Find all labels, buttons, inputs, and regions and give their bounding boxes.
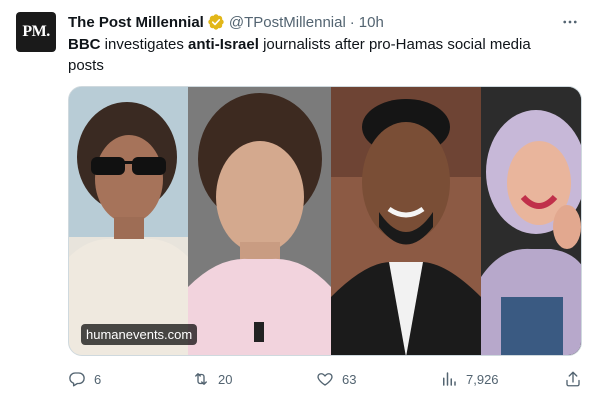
- author-handle[interactable]: @TPostMillennial: [229, 14, 346, 31]
- reply-count: 6: [94, 371, 102, 387]
- author-name[interactable]: The Post Millennial: [68, 14, 204, 31]
- tweet-header: The Post Millennial @TPostMillennial · 1…: [68, 11, 584, 33]
- separator-dot: ·: [349, 13, 355, 31]
- heart-icon: [317, 373, 333, 386]
- more-icon[interactable]: [556, 11, 584, 33]
- media-photo-4[interactable]: [481, 87, 581, 355]
- action-bar: 6 20 63 7,926: [68, 368, 582, 390]
- tweet-timestamp[interactable]: 10h: [359, 14, 384, 31]
- media-photo-3[interactable]: [331, 87, 481, 355]
- media-photo-2[interactable]: [188, 87, 331, 355]
- views-icon: [443, 372, 456, 386]
- share-button[interactable]: [564, 368, 590, 390]
- tweet-text-bold-anti-israel: anti-Israel: [188, 36, 259, 53]
- views-count: 7,926: [466, 371, 499, 387]
- retweet-icon: [195, 373, 207, 385]
- retweet-button[interactable]: 20: [192, 368, 232, 390]
- reply-button[interactable]: 6: [68, 368, 101, 390]
- tweet-media[interactable]: humanevents.com: [68, 86, 582, 356]
- tweet-text-bold-bbc: BBC: [68, 36, 101, 53]
- share-icon: [566, 371, 580, 387]
- tweet-text-segment: investigates: [100, 36, 189, 53]
- tweet[interactable]: PM. The Post Millennial @TPostMillennial…: [0, 0, 598, 400]
- tweet-text: BBC investigates anti-Israel journalists…: [68, 34, 568, 76]
- like-button[interactable]: 63: [316, 368, 356, 390]
- retweet-count: 20: [218, 371, 233, 387]
- media-photo-1[interactable]: [69, 87, 188, 355]
- media-watermark: humanevents.com: [81, 324, 198, 345]
- verified-badge-icon: [207, 13, 225, 31]
- like-count: 63: [342, 371, 357, 387]
- avatar[interactable]: PM.: [16, 12, 56, 52]
- views-button[interactable]: 7,926: [440, 368, 499, 390]
- reply-icon: [69, 372, 85, 387]
